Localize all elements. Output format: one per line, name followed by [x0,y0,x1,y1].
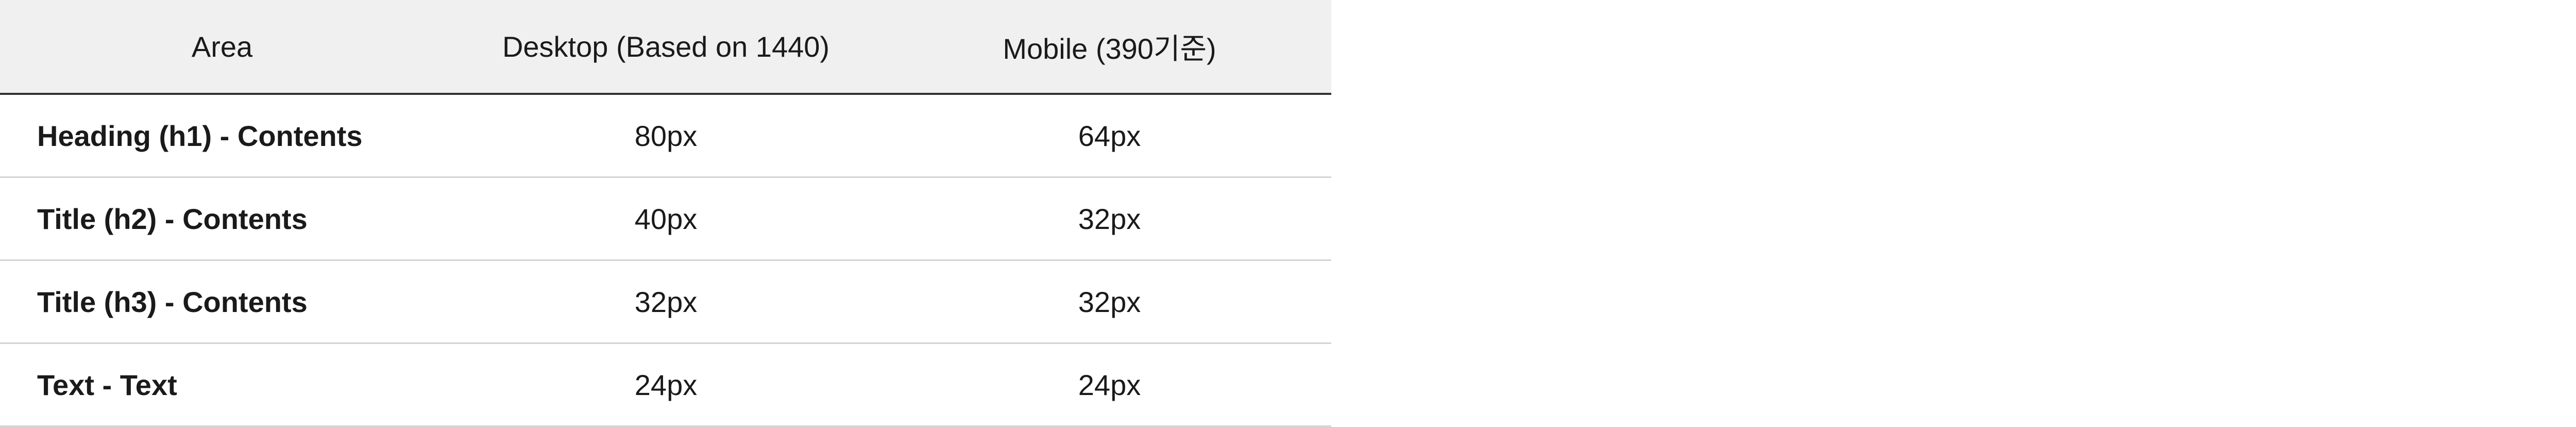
table-body: Heading (h1) - Contents 80px 64px Title … [0,94,1331,427]
cell-mobile: 64px [888,94,1331,178]
header-desktop: Desktop (Based on 1440) [444,0,888,95]
cell-area: Title (h2) - Contents [0,177,444,261]
header-mobile: Mobile (390기준) [888,0,1331,95]
cell-desktop: 24px [444,343,888,427]
cell-area: Title (h3) - Contents [0,260,444,344]
table-row: Heading (h1) - Contents 80px 64px [0,94,1331,178]
header-area: Area [0,0,444,95]
cell-mobile: 32px [888,177,1331,261]
table-header: Area Desktop (Based on 1440) Mobile (390… [0,0,1331,95]
cell-desktop: 80px [444,94,888,178]
header-row: Area Desktop (Based on 1440) Mobile (390… [0,0,1331,95]
spacing-table: Area Desktop (Based on 1440) Mobile (390… [0,0,1331,427]
table-row: Title (h3) - Contents 32px 32px [0,260,1331,344]
cell-area: Text - Text [0,343,444,427]
table-row: Text - Text 24px 24px [0,343,1331,427]
cell-desktop: 32px [444,260,888,344]
cell-mobile: 24px [888,343,1331,427]
cell-area: Heading (h1) - Contents [0,94,444,178]
cell-mobile: 32px [888,260,1331,344]
table-row: Title (h2) - Contents 40px 32px [0,177,1331,261]
cell-desktop: 40px [444,177,888,261]
